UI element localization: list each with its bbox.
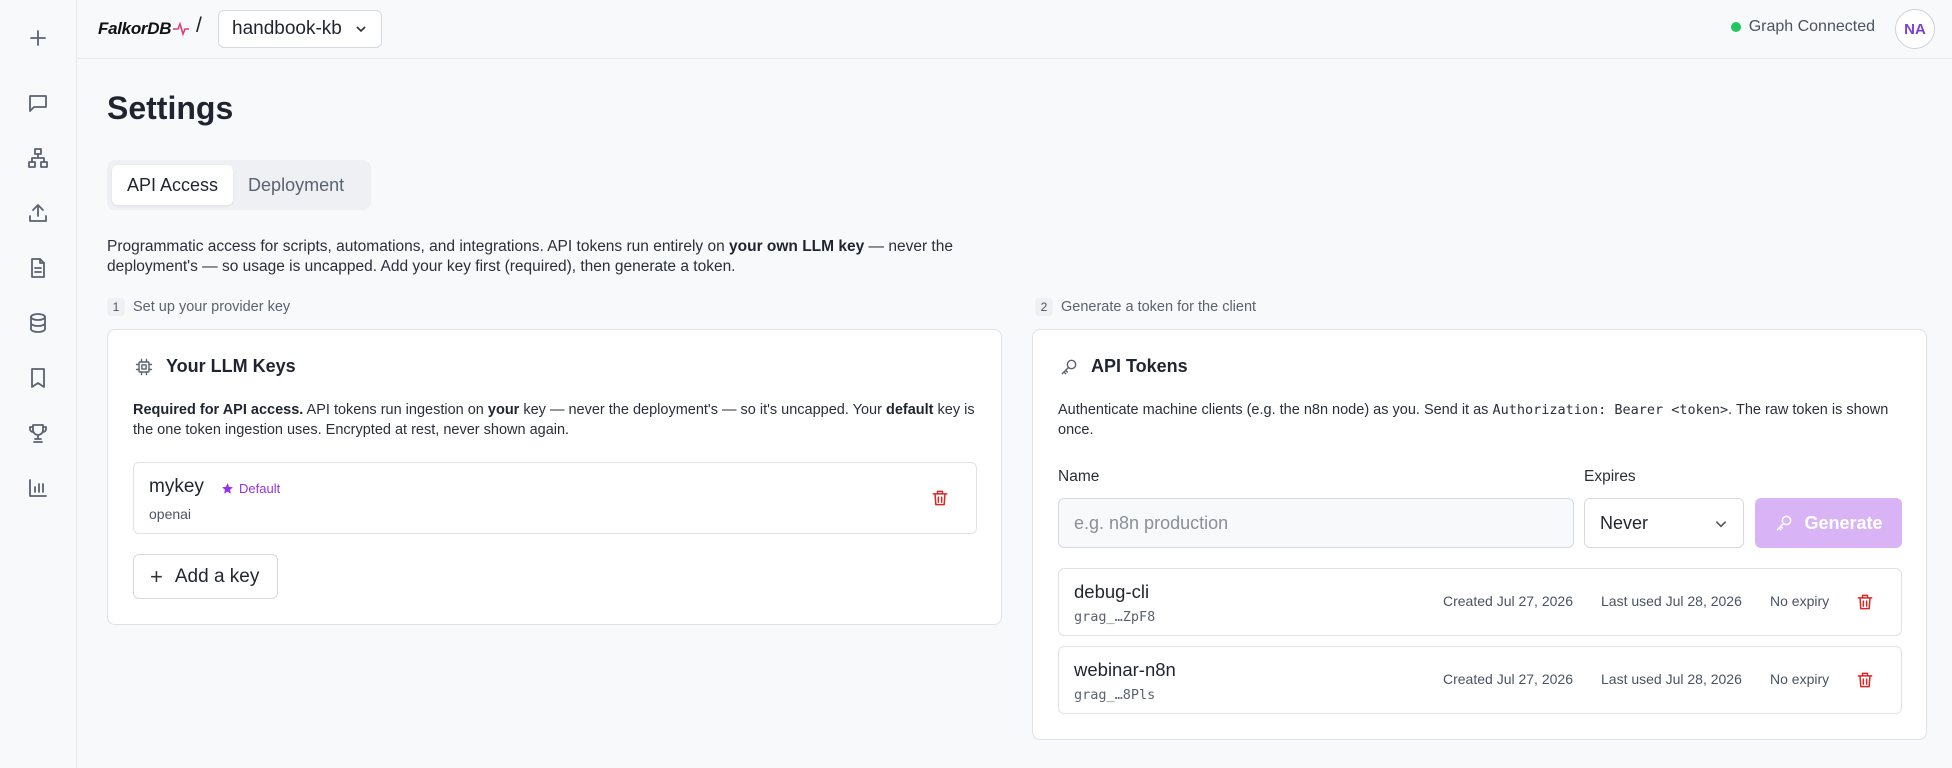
default-badge: Default bbox=[221, 481, 280, 496]
trash-icon bbox=[1857, 594, 1873, 610]
token-last-used: Last used Jul 28, 2026 bbox=[1601, 593, 1742, 609]
api-tokens-description: Authenticate machine clients (e.g. the n… bbox=[1058, 402, 1889, 438]
token-row: debug-cli grag_…ZpF8 Created Jul 27, 202… bbox=[1058, 568, 1902, 636]
settings-tabs: API Access Deployment bbox=[107, 160, 371, 210]
trash-icon bbox=[1857, 672, 1873, 688]
tab-deployment[interactable]: Deployment bbox=[233, 165, 359, 205]
sidebar-item-leaderboard[interactable] bbox=[18, 413, 58, 453]
delete-token-button[interactable] bbox=[1855, 592, 1875, 612]
token-name: webinar-n8n bbox=[1074, 659, 1176, 680]
sidebar-item-upload[interactable] bbox=[18, 193, 58, 233]
token-created: Created Jul 27, 2026 bbox=[1443, 593, 1573, 609]
sidebar-item-documents[interactable] bbox=[18, 248, 58, 288]
connection-status: Graph Connected bbox=[1730, 18, 1875, 36]
expires-label: Expires bbox=[1584, 468, 1636, 485]
token-expiry: No expiry bbox=[1770, 593, 1830, 609]
token-hint: grag_…8Pls bbox=[1074, 687, 1156, 703]
api-tokens-title: API Tokens bbox=[1059, 356, 1188, 377]
chevron-down-icon bbox=[356, 26, 366, 33]
sidebar-item-analytics[interactable] bbox=[18, 468, 58, 508]
key-icon bbox=[1777, 515, 1792, 531]
llm-keys-title: Your LLM Keys bbox=[134, 356, 296, 377]
token-row: webinar-n8n grag_…8Pls Created Jul 27, 2… bbox=[1058, 646, 1902, 714]
star-icon bbox=[222, 483, 233, 494]
llm-key-row: mykey Default openai bbox=[133, 462, 977, 534]
chevron-down-icon bbox=[1715, 521, 1727, 528]
delete-key-button[interactable] bbox=[930, 488, 950, 508]
llm-keys-card: Your LLM Keys Required for API access. A… bbox=[107, 329, 1002, 625]
avatar[interactable]: NA bbox=[1895, 9, 1935, 49]
breadcrumb-separator: / bbox=[196, 14, 202, 37]
plus-icon: + bbox=[150, 563, 163, 589]
api-tokens-card: API Tokens Authenticate machine clients … bbox=[1032, 329, 1927, 740]
sidebar-item-database[interactable] bbox=[18, 303, 58, 343]
generate-button[interactable]: Generate bbox=[1755, 498, 1902, 548]
sidebar-item-chat[interactable] bbox=[18, 83, 58, 123]
token-hint: grag_…ZpF8 bbox=[1074, 609, 1156, 625]
expires-select[interactable]: Never bbox=[1584, 498, 1744, 548]
chip-icon bbox=[135, 358, 153, 375]
key-provider: openai bbox=[149, 506, 192, 522]
trophy-icon bbox=[29, 424, 47, 443]
token-name: debug-cli bbox=[1074, 581, 1150, 602]
chat-icon bbox=[29, 95, 47, 112]
trash-icon bbox=[932, 490, 948, 506]
logo: FalkorDB bbox=[98, 17, 190, 41]
token-expiry: No expiry bbox=[1770, 671, 1830, 687]
sidebar-item-bookmarks[interactable] bbox=[18, 358, 58, 398]
sidebar-item-graph[interactable] bbox=[18, 138, 58, 178]
token-last-used: Last used Jul 28, 2026 bbox=[1601, 671, 1742, 687]
sidebar bbox=[0, 0, 77, 768]
status-text: Graph Connected bbox=[1748, 18, 1875, 35]
bookmark-icon bbox=[31, 368, 45, 388]
add-key-button[interactable]: + Add a key bbox=[133, 554, 278, 599]
page-title: Settings bbox=[107, 90, 234, 126]
intro-text: Programmatic access for scripts, automat… bbox=[107, 238, 953, 275]
chart-icon bbox=[29, 479, 47, 497]
new-button[interactable] bbox=[18, 18, 58, 58]
status-dot bbox=[1730, 22, 1741, 32]
llm-keys-description: Required for API access. API tokens run … bbox=[133, 402, 975, 438]
graph-selector[interactable]: handbook-kb bbox=[218, 10, 382, 48]
key-name: mykey bbox=[149, 476, 204, 497]
graph-icon bbox=[28, 148, 48, 168]
top-bar: FalkorDB / handbook-kb Graph Connected N… bbox=[78, 0, 1952, 59]
step-2: 2 Generate a token for the client bbox=[1035, 298, 1256, 316]
token-name-input[interactable] bbox=[1058, 498, 1574, 548]
plus-icon bbox=[30, 30, 46, 46]
delete-token-button[interactable] bbox=[1855, 670, 1875, 690]
graph-selector-value: handbook-kb bbox=[232, 18, 342, 39]
name-label: Name bbox=[1058, 468, 1100, 485]
step-1: 1 Set up your provider key bbox=[107, 298, 290, 316]
logo-mark-icon bbox=[173, 22, 190, 36]
tab-api-access[interactable]: API Access bbox=[112, 165, 234, 205]
upload-icon bbox=[29, 204, 47, 222]
document-icon bbox=[31, 258, 45, 278]
database-icon bbox=[30, 313, 46, 333]
token-created: Created Jul 27, 2026 bbox=[1443, 671, 1573, 687]
key-icon bbox=[1061, 359, 1077, 374]
